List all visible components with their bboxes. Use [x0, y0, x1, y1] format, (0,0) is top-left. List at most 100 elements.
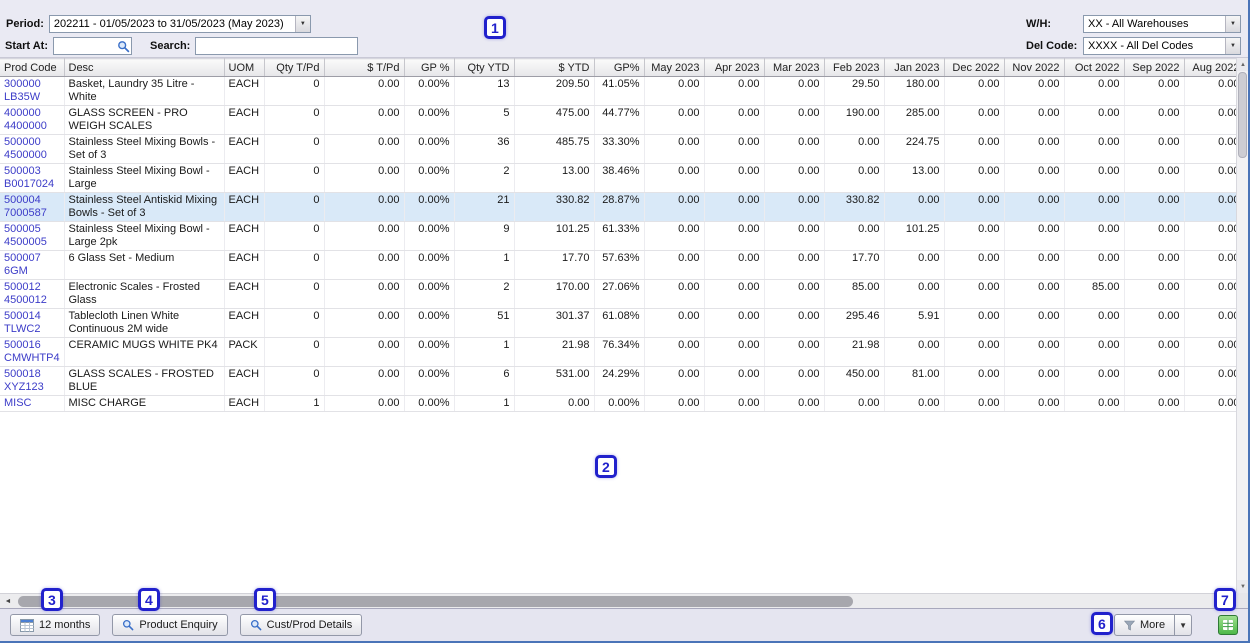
month-value-cell: 0.00: [824, 135, 884, 164]
prod-code-cell[interactable]: 300000LB35W: [0, 77, 64, 106]
table-row[interactable]: 500014TLWC2Tablecloth Linen White Contin…: [0, 309, 1236, 338]
prod-code-link[interactable]: 500005: [4, 223, 60, 236]
column-header-prod-code[interactable]: Prod Code: [0, 59, 64, 77]
prod-code-link[interactable]: XYZ123: [4, 381, 60, 394]
uom-cell: EACH: [224, 106, 264, 135]
column-header-aug-2022[interactable]: Aug 2022: [1184, 59, 1236, 77]
prod-code-link[interactable]: 300000: [4, 78, 60, 91]
prod-code-cell[interactable]: 500003B0017024: [0, 164, 64, 193]
table-row[interactable]: 5000054500005Stainless Steel Mixing Bowl…: [0, 222, 1236, 251]
gp-ytd-cell: 33.30%: [594, 135, 644, 164]
table-row[interactable]: 500003B0017024Stainless Steel Mixing Bow…: [0, 164, 1236, 193]
table-row[interactable]: 5000076GM6 Glass Set - MediumEACH00.000.…: [0, 251, 1236, 280]
search-input[interactable]: [195, 37, 358, 55]
prod-code-cell[interactable]: 500018XYZ123: [0, 367, 64, 396]
column-header-sep-2022[interactable]: Sep 2022: [1124, 59, 1184, 77]
del-code-select[interactable]: XXXX - All Del Codes ▼: [1083, 37, 1241, 55]
column-header-gp-[interactable]: GP %: [404, 59, 454, 77]
table-row[interactable]: 300000LB35WBasket, Laundry 35 Litre - Wh…: [0, 77, 1236, 106]
prod-code-link[interactable]: 500007: [4, 252, 60, 265]
prod-code-link[interactable]: TLWC2: [4, 323, 60, 336]
column-header--ytd[interactable]: $ YTD: [514, 59, 594, 77]
prod-code-link[interactable]: 500016: [4, 339, 60, 352]
gp-tpd-cell: 0.00%: [404, 222, 454, 251]
more-dropdown-button[interactable]: ▼: [1175, 614, 1192, 636]
vertical-scrollbar[interactable]: ▲ ▼: [1236, 58, 1248, 593]
prod-code-link[interactable]: 500018: [4, 368, 60, 381]
twelve-months-button[interactable]: 12 months: [10, 614, 100, 636]
prod-code-link[interactable]: 6GM: [4, 265, 60, 278]
table-row[interactable]: 5000124500012Electronic Scales - Frosted…: [0, 280, 1236, 309]
column-header-qty-t-pd[interactable]: Qty T/Pd: [264, 59, 324, 77]
month-value-cell: 101.25: [884, 222, 944, 251]
warehouse-select[interactable]: XX - All Warehouses ▼: [1083, 15, 1241, 33]
column-header-jan-2023[interactable]: Jan 2023: [884, 59, 944, 77]
column-header-may-2023[interactable]: May 2023: [644, 59, 704, 77]
table-row[interactable]: MISCMISC CHARGEEACH10.000.00%10.000.00%0…: [0, 396, 1236, 412]
export-button[interactable]: [1218, 615, 1238, 635]
prod-code-link[interactable]: 500003: [4, 165, 60, 178]
column-header-dec-2022[interactable]: Dec 2022: [944, 59, 1004, 77]
month-value-cell: 0.00: [644, 222, 704, 251]
table-row[interactable]: 5000004500000Stainless Steel Mixing Bowl…: [0, 135, 1236, 164]
prod-code-link[interactable]: 4500005: [4, 236, 60, 249]
prod-code-link[interactable]: 500004: [4, 194, 60, 207]
table-row[interactable]: 500016CMWHTP4CERAMIC MUGS WHITE PK4PACK0…: [0, 338, 1236, 367]
column-header-oct-2022[interactable]: Oct 2022: [1064, 59, 1124, 77]
prod-code-link[interactable]: 500014: [4, 310, 60, 323]
prod-code-link[interactable]: LB35W: [4, 91, 60, 104]
prod-code-link[interactable]: 4500012: [4, 294, 60, 307]
column-header-gp-[interactable]: GP%: [594, 59, 644, 77]
prod-code-cell[interactable]: 500016CMWHTP4: [0, 338, 64, 367]
cust-prod-details-label: Cust/Prod Details: [267, 619, 353, 631]
prod-code-cell[interactable]: 5000054500005: [0, 222, 64, 251]
scroll-up-icon[interactable]: ▲: [1237, 58, 1249, 71]
period-select[interactable]: 202211 - 01/05/2023 to 31/05/2023 (May 2…: [49, 15, 311, 33]
column-header-mar-2023[interactable]: Mar 2023: [764, 59, 824, 77]
product-enquiry-button[interactable]: Product Enquiry: [112, 614, 227, 636]
column-header-nov-2022[interactable]: Nov 2022: [1004, 59, 1064, 77]
prod-code-link[interactable]: 400000: [4, 107, 60, 120]
column-header--t-pd[interactable]: $ T/Pd: [324, 59, 404, 77]
column-header-qty-ytd[interactable]: Qty YTD: [454, 59, 514, 77]
prod-code-link[interactable]: 4500000: [4, 149, 60, 162]
qty-ytd-cell: 2: [454, 280, 514, 309]
prod-code-cell[interactable]: 5000047000587: [0, 193, 64, 222]
column-header-desc[interactable]: Desc: [64, 59, 224, 77]
prod-code-cell[interactable]: 5000124500012: [0, 280, 64, 309]
month-value-cell: 0.00: [704, 222, 764, 251]
table-row[interactable]: 500018XYZ123GLASS SCALES - FROSTED BLUEE…: [0, 367, 1236, 396]
column-header-uom[interactable]: UOM: [224, 59, 264, 77]
prod-code-cell[interactable]: 4000004400000: [0, 106, 64, 135]
prod-code-link[interactable]: 500000: [4, 136, 60, 149]
cust-prod-details-button[interactable]: Cust/Prod Details: [240, 614, 363, 636]
prod-code-link[interactable]: MISC: [4, 397, 60, 410]
prod-code-link[interactable]: 4400000: [4, 120, 60, 133]
prod-code-cell[interactable]: 5000004500000: [0, 135, 64, 164]
qty-tpd-cell: 0: [264, 338, 324, 367]
vertical-scrollbar-thumb[interactable]: [1238, 72, 1247, 158]
prod-code-cell[interactable]: MISC: [0, 396, 64, 412]
column-header-feb-2023[interactable]: Feb 2023: [824, 59, 884, 77]
prod-code-link[interactable]: 7000587: [4, 207, 60, 220]
amt-ytd-cell: 531.00: [514, 367, 594, 396]
chevron-down-icon: ▼: [295, 16, 310, 32]
column-header-apr-2023[interactable]: Apr 2023: [704, 59, 764, 77]
prod-code-link[interactable]: B0017024: [4, 178, 60, 191]
horizontal-scrollbar[interactable]: ◄ ►: [0, 593, 1236, 608]
gp-tpd-cell: 0.00%: [404, 280, 454, 309]
table-row[interactable]: 5000047000587Stainless Steel Antiskid Mi…: [0, 193, 1236, 222]
scroll-down-icon[interactable]: ▼: [1237, 580, 1249, 593]
month-value-cell: 0.00: [764, 280, 824, 309]
table-row[interactable]: 4000004400000GLASS SCREEN - PRO WEIGH SC…: [0, 106, 1236, 135]
scroll-left-icon[interactable]: ◄: [1, 595, 15, 608]
start-at-search-button[interactable]: [117, 40, 130, 53]
month-value-cell: 0.00: [764, 396, 824, 412]
prod-code-cell[interactable]: 5000076GM: [0, 251, 64, 280]
scrollbar-corner: [1236, 593, 1248, 608]
more-button[interactable]: More: [1114, 614, 1175, 636]
prod-code-cell[interactable]: 500014TLWC2: [0, 309, 64, 338]
prod-code-link[interactable]: CMWHTP4: [4, 352, 60, 365]
prod-code-link[interactable]: 500012: [4, 281, 60, 294]
month-value-cell: 0.00: [644, 164, 704, 193]
